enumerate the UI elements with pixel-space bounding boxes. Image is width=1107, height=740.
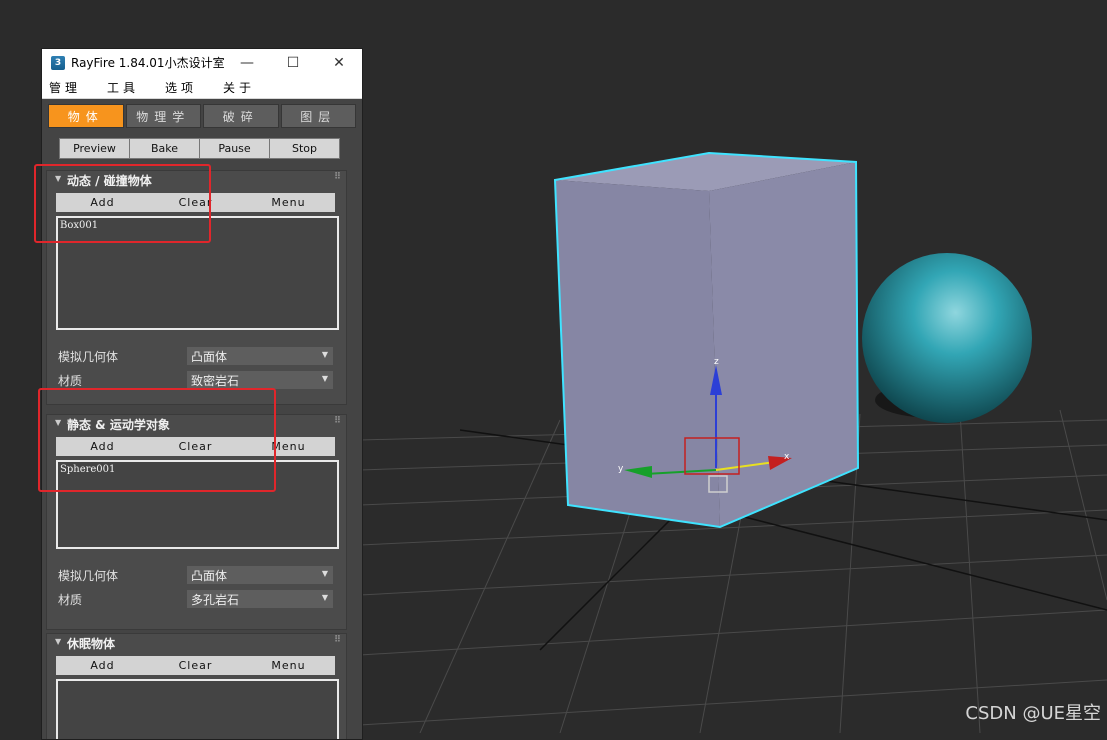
minimize-button[interactable]: — <box>224 49 270 76</box>
tab-layers[interactable]: 图层 <box>280 104 356 128</box>
sim-geometry-dropdown[interactable]: 凸面体 ▼ <box>187 566 333 584</box>
object-listbox[interactable] <box>56 679 339 739</box>
dropdown-value: 致密岩石 <box>191 373 240 388</box>
chevron-down-icon: ▼ <box>321 350 328 359</box>
material-dropdown[interactable]: 致密岩石 ▼ <box>187 371 333 389</box>
sim-geometry-label: 模拟几何体 <box>58 568 119 583</box>
rollout-dynamic-objects: ▼ 动态 / 碰撞物体 ⠿ Add Clear Menu Box001 模拟几何… <box>46 170 347 405</box>
object-listbox[interactable]: Sphere001 <box>56 460 339 549</box>
list-item[interactable]: Sphere001 <box>60 464 335 475</box>
add-button[interactable]: Add <box>56 437 149 456</box>
pause-button[interactable]: Pause <box>199 138 269 159</box>
gizmo-x-label: x <box>784 452 790 462</box>
rollout-header[interactable]: ▼ 休眠物体 ⠿ <box>47 634 346 652</box>
tab-bar: 物体 物理学 破碎 图层 <box>42 99 362 128</box>
preview-button[interactable]: Preview <box>59 138 129 159</box>
object-listbox[interactable]: Box001 <box>56 216 339 330</box>
dropdown-value: 凸面体 <box>191 568 228 583</box>
sim-geometry-dropdown[interactable]: 凸面体 ▼ <box>187 347 333 365</box>
bake-button[interactable]: Bake <box>129 138 199 159</box>
material-dropdown[interactable]: 多孔岩石 ▼ <box>187 590 333 608</box>
chevron-down-icon: ▼ <box>321 374 328 383</box>
rollout-title: 静态 & 运动学对象 <box>67 418 170 432</box>
drag-grip-icon: ⠿ <box>333 635 341 645</box>
menu-bar: 管理 工具 选项 关于 <box>42 76 362 99</box>
list-item[interactable]: Box001 <box>60 220 335 231</box>
menu-button[interactable]: Menu <box>242 193 335 212</box>
dropdown-value: 凸面体 <box>191 349 228 364</box>
rollout-header[interactable]: ▼ 静态 & 运动学对象 ⠿ <box>47 415 346 433</box>
drag-grip-icon: ⠿ <box>333 172 341 182</box>
menu-about[interactable]: 关于 <box>223 79 255 96</box>
tab-physics[interactable]: 物理学 <box>125 104 201 128</box>
drag-grip-icon: ⠿ <box>333 416 341 426</box>
collapse-triangle-icon: ▼ <box>55 418 62 427</box>
clear-button[interactable]: Clear <box>149 656 242 675</box>
watermark: CSDN @UE星空 <box>965 703 1101 724</box>
tab-objects[interactable]: 物体 <box>48 104 124 128</box>
rollout-sleeping-objects: ▼ 休眠物体 ⠿ Add Clear Menu <box>46 633 347 739</box>
menu-button[interactable]: Menu <box>242 656 335 675</box>
maximize-button[interactable]: ☐ <box>270 49 316 76</box>
material-label: 材质 <box>58 373 83 388</box>
collapse-triangle-icon: ▼ <box>55 637 62 646</box>
tab-fragmentation[interactable]: 破碎 <box>203 104 279 128</box>
clear-button[interactable]: Clear <box>149 437 242 456</box>
simulation-controls: Preview Bake Pause Stop <box>59 138 340 159</box>
close-button[interactable]: ✕ <box>316 49 362 76</box>
gizmo-y-label: y <box>618 464 624 474</box>
window-title: RayFire 1.84.01小杰设计室 <box>71 56 225 70</box>
stop-button[interactable]: Stop <box>269 138 340 159</box>
rollout-static-objects: ▼ 静态 & 运动学对象 ⠿ Add Clear Menu Sphere001 … <box>46 414 347 630</box>
rollout-header[interactable]: ▼ 动态 / 碰撞物体 ⠿ <box>47 171 346 189</box>
rollout-title: 休眠物体 <box>67 637 116 651</box>
rollout-title: 动态 / 碰撞物体 <box>67 174 152 188</box>
title-bar[interactable]: 3 RayFire 1.84.01小杰设计室 — ☐ ✕ <box>42 49 362 76</box>
chevron-down-icon: ▼ <box>321 593 328 602</box>
material-label: 材质 <box>58 592 83 607</box>
sphere001-object[interactable] <box>862 253 1032 423</box>
add-button[interactable]: Add <box>56 193 149 212</box>
add-button[interactable]: Add <box>56 656 149 675</box>
menu-button[interactable]: Menu <box>242 437 335 456</box>
collapse-triangle-icon: ▼ <box>55 174 62 183</box>
menu-manage[interactable]: 管理 <box>49 79 81 96</box>
clear-button[interactable]: Clear <box>149 193 242 212</box>
menu-tools[interactable]: 工具 <box>107 79 139 96</box>
chevron-down-icon: ▼ <box>321 569 328 578</box>
app-icon: 3 <box>51 55 65 70</box>
gizmo-z-label: z <box>714 357 719 367</box>
menu-options[interactable]: 选项 <box>165 79 197 96</box>
sim-geometry-label: 模拟几何体 <box>58 349 119 364</box>
rayfire-window: 3 RayFire 1.84.01小杰设计室 — ☐ ✕ 管理 工具 选项 关于… <box>41 48 363 740</box>
dropdown-value: 多孔岩石 <box>191 592 240 607</box>
